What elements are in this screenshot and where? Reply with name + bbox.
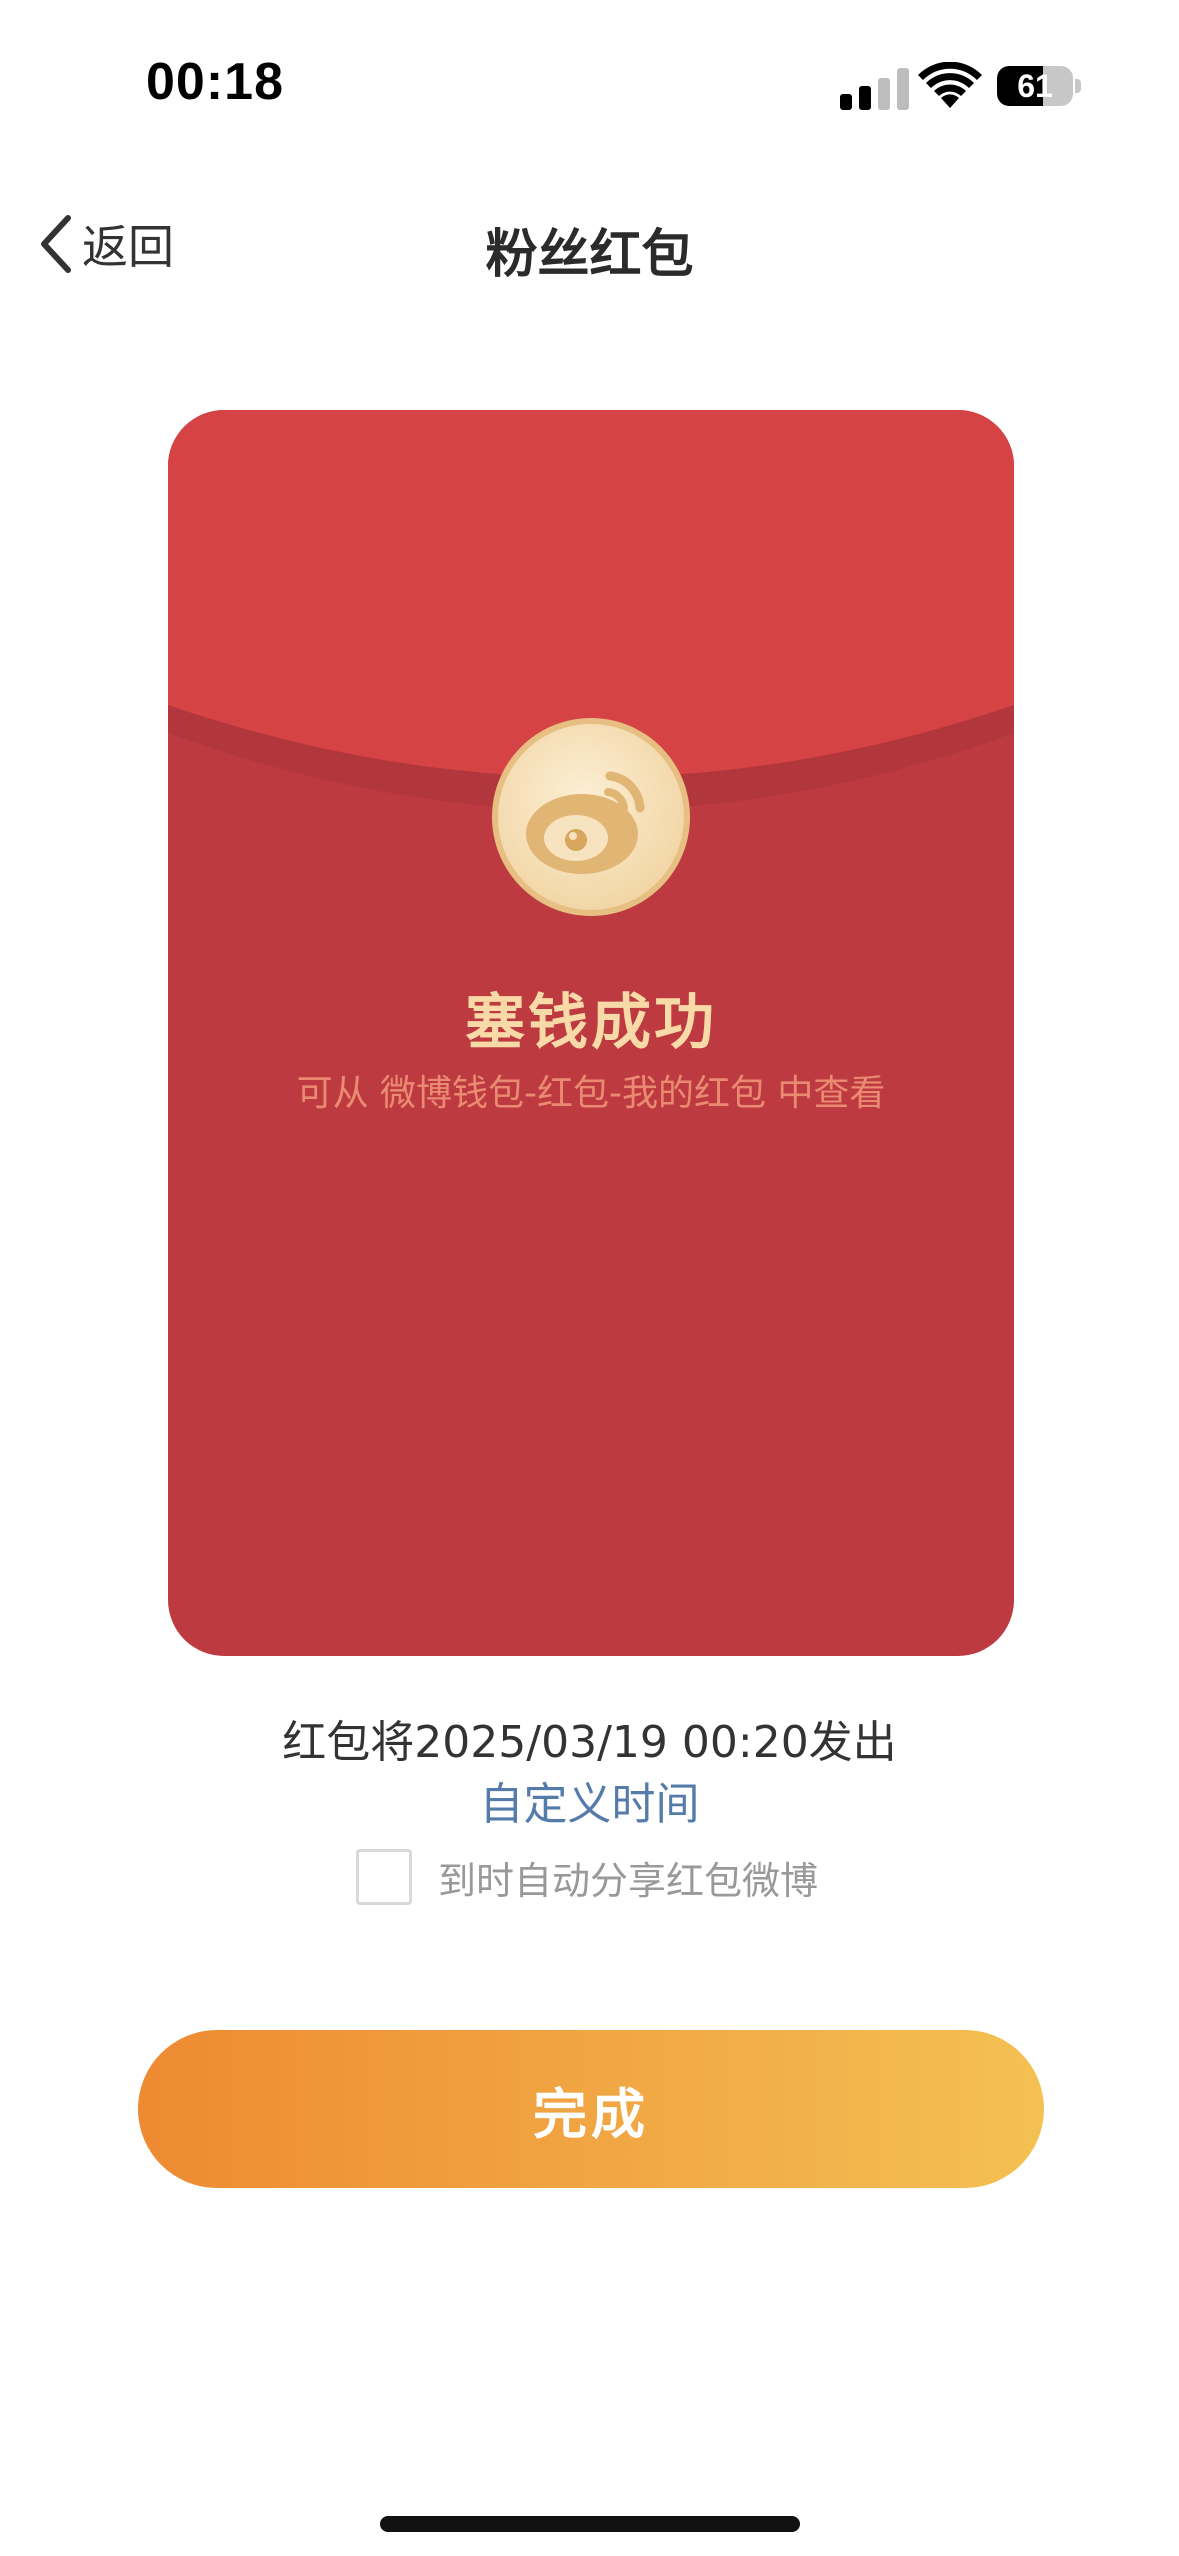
weibo-logo-icon	[492, 718, 690, 916]
status-time: 00:18	[146, 53, 284, 111]
success-title: 塞钱成功	[465, 988, 717, 1058]
auto-share-checkbox[interactable]	[356, 1849, 412, 1905]
home-indicator[interactable]	[380, 2516, 800, 2532]
cellular-signal-icon	[840, 68, 909, 110]
done-label: 完成	[533, 2082, 649, 2146]
battery-icon: 61	[997, 66, 1081, 106]
battery-cap	[1075, 79, 1081, 93]
battery-body: 61	[997, 66, 1073, 106]
custom-time-link[interactable]: 自定义时间	[0, 1768, 1179, 1832]
page-title: 粉丝红包	[485, 225, 694, 285]
red-envelope: 塞钱成功 可从 微博钱包-红包-我的红包 中查看	[168, 410, 1014, 1656]
auto-share-option[interactable]: 到时自动分享红包微博	[356, 1848, 818, 1906]
screen: 00:18 61 返回 粉丝红包 塞钱成功 可从 微博钱包-红包-我的红包 中查…	[0, 0, 1179, 2556]
done-button[interactable]: 完成	[138, 2030, 1044, 2188]
battery-percent: 61	[1017, 68, 1053, 104]
success-hint: 可从 微博钱包-红包-我的红包 中查看	[296, 1073, 886, 1114]
auto-share-label: 到时自动分享红包微博	[438, 1858, 819, 1903]
send-time-text: 红包将2025/03/19 00:20发出	[282, 1717, 897, 1768]
wifi-icon	[918, 62, 982, 108]
